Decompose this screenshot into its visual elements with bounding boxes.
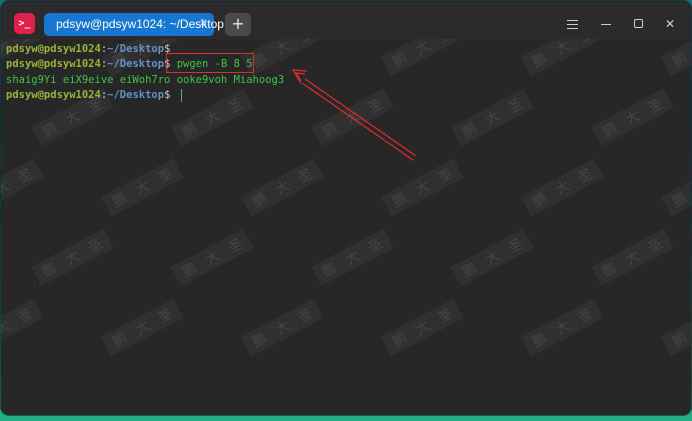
menu-icon[interactable] [564,16,580,32]
close-icon[interactable]: ✕ [662,16,678,32]
minimize-icon[interactable] [598,16,614,32]
annotation-arrow [291,69,417,161]
terminal-area[interactable]: 鹏大圣鹏大圣鹏大圣鹏大圣鹏大圣鹏大圣鹏大圣鹏大圣鹏大圣鹏大圣鹏大圣鹏大圣鹏大圣鹏… [1,39,691,415]
maximize-icon[interactable] [630,16,646,32]
tab-close-icon[interactable]: ✕ [197,18,210,31]
tab-desktop[interactable]: pdsyw@pdsyw1024: ~/Desktop ✕ [44,13,224,36]
terminal-icon[interactable]: >_ [14,13,35,34]
terminal-window: >_ pdsyw@pdsyw1024: ~/Desktop ✕ + ✕ 鹏大圣鹏… [1,1,691,415]
title-bar: >_ pdsyw@pdsyw1024: ~/Desktop ✕ + ✕ [1,1,691,39]
annotation-layer [291,69,417,161]
new-tab-button[interactable]: + [225,13,251,36]
